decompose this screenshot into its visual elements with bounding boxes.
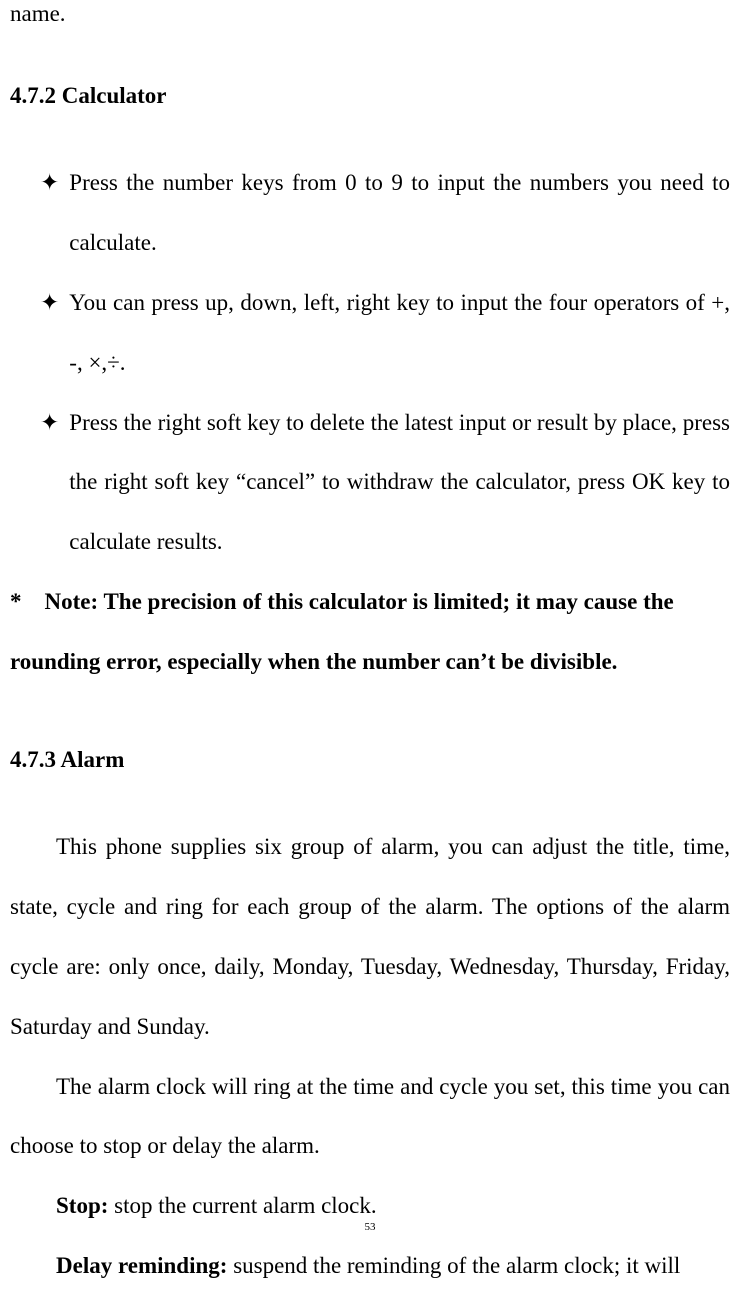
page-number: 53 (0, 1222, 740, 1233)
calculator-bullet-list: ✦ Press the number keys from 0 to 9 to i… (10, 153, 730, 572)
list-item-text: You can press up, down, left, right key … (69, 273, 730, 393)
document-page: name. 4.7.2 Calculator ✦ Press the numbe… (0, 0, 740, 1247)
section-heading-alarm: 4.7.3 Alarm (10, 730, 730, 790)
list-item: ✦ Press the right soft key to delete the… (40, 393, 730, 572)
section-heading-calculator: 4.7.2 Calculator (10, 66, 730, 126)
note-line: rounding error, especially when the numb… (10, 632, 730, 692)
list-item: ✦ You can press up, down, left, right ke… (40, 273, 730, 393)
list-item: ✦ Press the number keys from 0 to 9 to i… (40, 153, 730, 273)
diamond-icon: ✦ (40, 393, 69, 572)
calculator-note: * Note: The precision of this calculator… (10, 572, 730, 692)
alarm-paragraph: This phone supplies six group of alarm, … (10, 817, 730, 1056)
option-text: suspend the reminding of the alarm clock… (233, 1253, 680, 1278)
option-label: Delay reminding: (56, 1253, 233, 1278)
previous-page-fragment: name. (10, 0, 730, 28)
note-line: * Note: The precision of this calculator… (10, 572, 730, 632)
diamond-icon: ✦ (40, 153, 69, 273)
list-item-text: Press the number keys from 0 to 9 to inp… (69, 153, 730, 273)
option-text: stop the current alarm clock. (114, 1193, 376, 1218)
diamond-icon: ✦ (40, 273, 69, 393)
alarm-paragraph: The alarm clock will ring at the time an… (10, 1057, 730, 1177)
alarm-option-delay: Delay reminding: suspend the reminding o… (10, 1236, 730, 1296)
option-label: Stop: (56, 1193, 114, 1218)
list-item-text: Press the right soft key to delete the l… (69, 393, 730, 572)
